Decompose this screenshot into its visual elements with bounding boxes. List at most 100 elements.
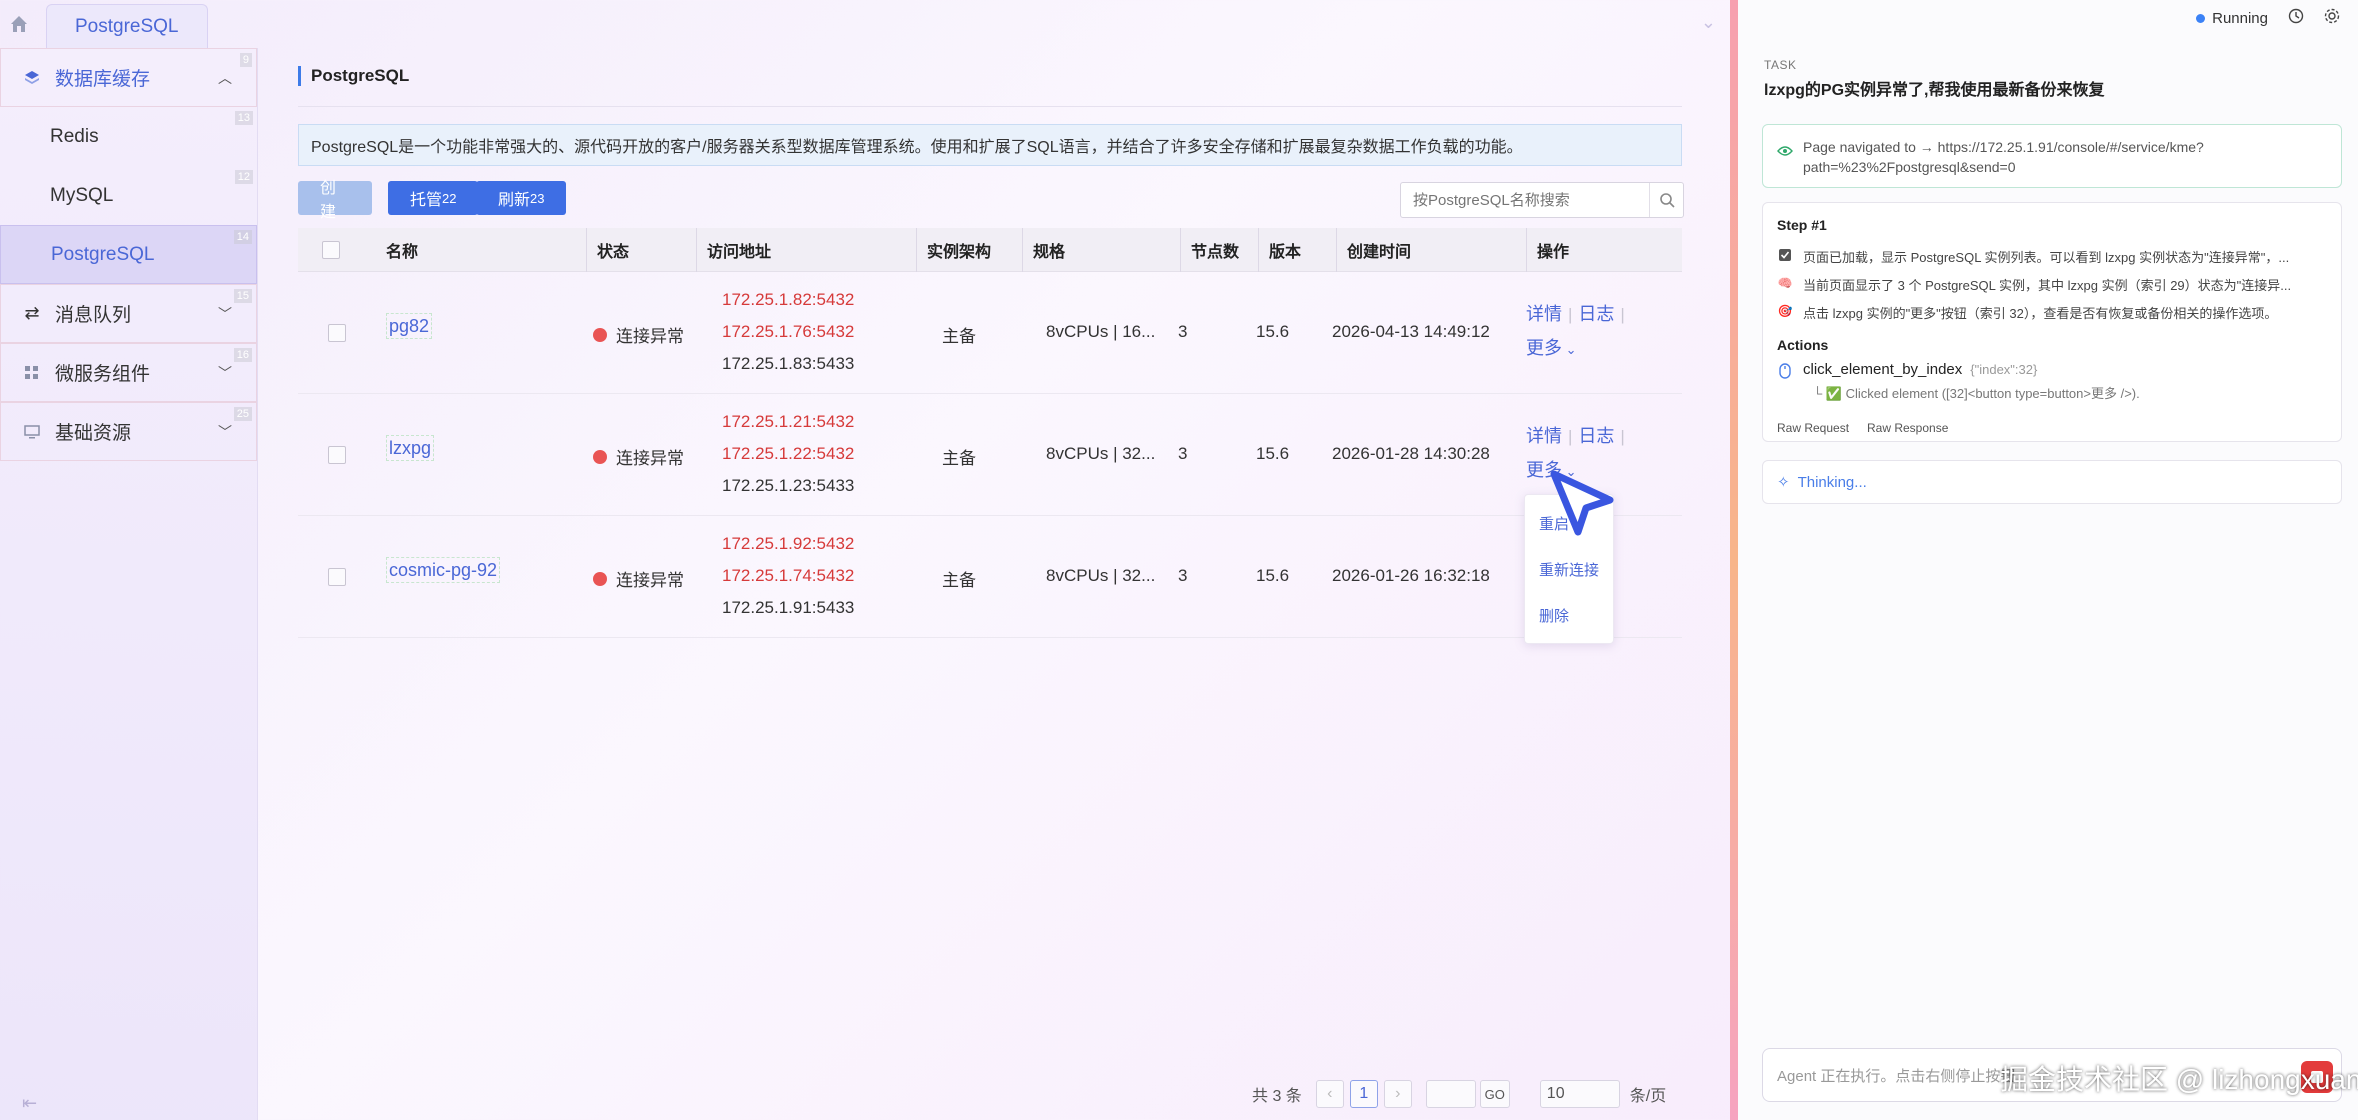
sidebar-group-base-resources[interactable]: 基础资源 ﹀ 25 bbox=[0, 402, 257, 461]
table-row: lzxpg 连接异常 172.25.1.21:5432 172.25.1.22:… bbox=[298, 394, 1682, 516]
navigation-line: path=%23%2Fpostgresql&send=0 bbox=[1803, 159, 2016, 175]
raw-response-link[interactable]: Raw Response bbox=[1867, 421, 1948, 435]
chevron-down-icon[interactable]: ⌄ bbox=[1701, 12, 1716, 33]
step-line-goal: 点击 lzxpg 实例的"更多"按钮（索引 32），查看是否有恢复或备份相关的操… bbox=[1803, 306, 2278, 321]
spec-cell: 8vCPUs | 32... bbox=[1046, 444, 1156, 463]
index-badge: 23 bbox=[530, 190, 545, 206]
sidebar-group-message-queue[interactable]: ⇄ 消息队列 ﹀ 15 bbox=[0, 284, 257, 343]
pagination: 共 3 条 ‹ 1 › GO 10 条/页 bbox=[1252, 1080, 1666, 1108]
nodes-cell: 3 bbox=[1178, 322, 1188, 341]
agent-panel: Running TASK lzxpg的PG实例异常了,帮我使用最新备份来恢复 P… bbox=[1738, 0, 2358, 1120]
error-dot-icon bbox=[593, 327, 607, 342]
panel-divider[interactable] bbox=[1730, 0, 1738, 1120]
action-args: {"index":32} bbox=[1970, 362, 2038, 377]
version-cell: 15.6 bbox=[1256, 444, 1290, 463]
created-time-cell: 2026-01-28 14:30:28 bbox=[1332, 444, 1490, 463]
gear-icon[interactable] bbox=[2324, 8, 2340, 28]
refresh-button[interactable]: 刷新 23 bbox=[476, 181, 567, 215]
spec-cell: 8vCPUs | 32... bbox=[1046, 566, 1156, 585]
separator: | bbox=[1568, 305, 1573, 324]
arch-cell: 主备 bbox=[942, 449, 976, 468]
swap-icon: ⇄ bbox=[24, 303, 40, 323]
action-name-text: click_element_by_index bbox=[1803, 361, 1963, 378]
status-badge: 连接异常 bbox=[593, 322, 684, 347]
index-badge: 16 bbox=[233, 348, 252, 362]
thinking-card: ✧ Thinking... bbox=[1762, 460, 2342, 504]
instance-name-link[interactable]: lzxpg bbox=[386, 435, 435, 461]
column-header: 访问地址 bbox=[696, 227, 771, 272]
brain-icon: 🧠 bbox=[1777, 276, 1793, 290]
row-checkbox[interactable] bbox=[328, 568, 346, 586]
more-button[interactable]: 更多 ⌄ bbox=[1526, 334, 1631, 360]
table-row: pg82 连接异常 172.25.1.82:5432 172.25.1.76:5… bbox=[298, 272, 1682, 394]
search-input[interactable] bbox=[1401, 183, 1649, 217]
sidebar-item-label: PostgreSQL bbox=[51, 243, 155, 265]
column-header: 规格 bbox=[1022, 227, 1065, 272]
index-badge: 25 bbox=[233, 407, 252, 421]
index-badge: 15 bbox=[233, 289, 252, 303]
instance-name-link[interactable]: cosmic-pg-92 bbox=[386, 557, 501, 583]
navigation-text: Page navigated to → https://172.25.1.91/… bbox=[1803, 137, 2204, 177]
page-size-select[interactable]: 10 bbox=[1539, 1080, 1620, 1108]
page-number[interactable]: 1 bbox=[1349, 1080, 1378, 1108]
index-badge: 22 bbox=[442, 190, 457, 206]
chevron-up-icon: ︿ bbox=[218, 69, 232, 86]
tab-postgresql[interactable]: PostgreSQL bbox=[46, 4, 208, 48]
eye-icon bbox=[1777, 141, 1793, 162]
sidebar-item-redis[interactable]: Redis 13 bbox=[0, 107, 257, 166]
operations-cell: 详情 | 日志 | 更多 ⌄ bbox=[1526, 300, 1631, 360]
checkbox[interactable] bbox=[322, 240, 340, 259]
nodes-cell: 3 bbox=[1178, 566, 1188, 585]
arch-cell: 主备 bbox=[942, 571, 976, 590]
log-link[interactable]: 日志 bbox=[1578, 426, 1614, 446]
detail-link[interactable]: 详情 bbox=[1526, 426, 1562, 446]
column-header: 创建时间 bbox=[1336, 227, 1411, 272]
status-text: 连接异常 bbox=[616, 449, 684, 468]
menu-item-reconnect[interactable]: 重新连接 bbox=[1539, 559, 1599, 580]
chevron-down-icon: ⌄ bbox=[1562, 342, 1577, 357]
index-badge: 12 bbox=[234, 170, 253, 184]
create-button[interactable]: 创建 bbox=[298, 180, 372, 221]
next-page-icon[interactable]: › bbox=[1383, 1080, 1412, 1108]
history-icon[interactable] bbox=[2288, 8, 2304, 28]
spec-cell: 8vCPUs | 16... bbox=[1046, 322, 1156, 341]
detail-link[interactable]: 详情 bbox=[1526, 304, 1562, 324]
sidebar-group-label: 数据库缓存 bbox=[55, 69, 151, 90]
instance-name-link[interactable]: pg82 bbox=[386, 313, 433, 339]
actions-title: Actions bbox=[1777, 337, 1829, 353]
page-jump-input[interactable] bbox=[1425, 1080, 1476, 1108]
log-link[interactable]: 日志 bbox=[1578, 304, 1614, 324]
top-tab-bar: PostgreSQL ⌄ bbox=[0, 0, 1730, 48]
column-header: 名称 bbox=[386, 243, 419, 261]
chevron-down-icon: ﹀ bbox=[218, 305, 232, 322]
prev-page-icon[interactable]: ‹ bbox=[1315, 1080, 1344, 1108]
error-dot-icon bbox=[593, 449, 607, 464]
select-all-checkbox[interactable] bbox=[322, 228, 340, 272]
go-button[interactable]: GO bbox=[1479, 1080, 1510, 1108]
menu-item-delete[interactable]: 删除 bbox=[1539, 605, 1569, 626]
search-icon[interactable] bbox=[1649, 183, 1683, 217]
sidebar-group-microservice[interactable]: 微服务组件 ﹀ 16 bbox=[0, 343, 257, 402]
panel-toolbar: Running bbox=[2196, 8, 2340, 28]
layers-icon bbox=[23, 69, 41, 87]
task-label: TASK bbox=[1764, 58, 1797, 72]
created-time-cell: 2026-04-13 14:49:12 bbox=[1332, 322, 1490, 341]
task-text: lzxpg的PG实例异常了,帮我使用最新备份来恢复 bbox=[1764, 82, 2105, 99]
sidebar-item-postgresql[interactable]: PostgreSQL 14 bbox=[0, 225, 257, 284]
raw-request-link[interactable]: Raw Request bbox=[1777, 421, 1849, 435]
separator: | bbox=[1620, 305, 1625, 324]
agent-cursor-icon bbox=[1548, 470, 1618, 545]
collapse-sidebar-icon[interactable]: ⇤ bbox=[22, 1093, 37, 1114]
checkbox-icon bbox=[1777, 247, 1793, 263]
version-cell: 15.6 bbox=[1256, 322, 1290, 341]
home-icon[interactable] bbox=[0, 0, 38, 48]
row-checkbox[interactable] bbox=[328, 324, 346, 342]
host-button[interactable]: 托管 22 bbox=[388, 181, 479, 215]
sidebar-group-database-cache[interactable]: 数据库缓存 ︿ 9 bbox=[0, 48, 257, 107]
sidebar-item-mysql[interactable]: MySQL 12 bbox=[0, 166, 257, 225]
step-title: Step #1 bbox=[1777, 217, 1827, 233]
sidebar-group-label: 消息队列 bbox=[55, 305, 132, 326]
row-checbox[interactable] bbox=[328, 446, 346, 464]
page-size-unit: 条/页 bbox=[1629, 1088, 1667, 1105]
address-line: 172.25.1.91:5433 bbox=[722, 598, 855, 617]
